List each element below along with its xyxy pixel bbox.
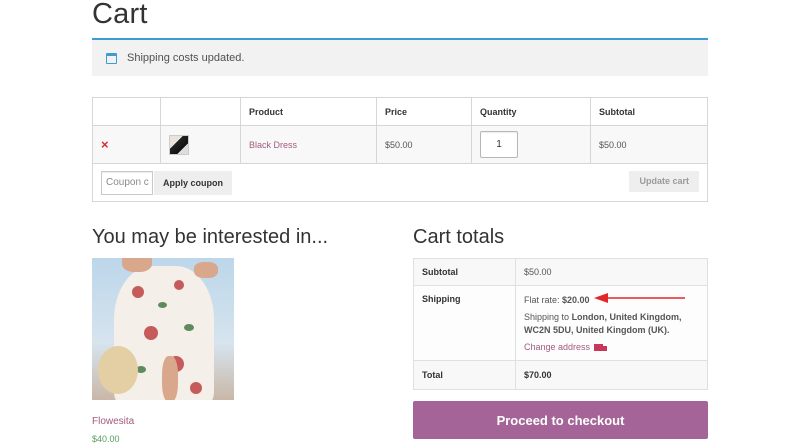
- header-remove: [92, 97, 161, 126]
- header-quantity: Quantity: [471, 97, 591, 126]
- proceed-to-checkout-button[interactable]: Proceed to checkout: [413, 401, 708, 439]
- notice-message: Shipping costs updated.: [127, 52, 245, 64]
- product-cell: Black Dress: [240, 125, 377, 164]
- header-thumbnail: [160, 97, 241, 126]
- totals-row-subtotal: Subtotal $50.00: [413, 258, 708, 286]
- thumbnail-cell: [160, 125, 241, 164]
- related-product-image[interactable]: [92, 258, 234, 400]
- cart-totals-heading: Cart totals: [413, 226, 505, 248]
- arm-shape: [122, 258, 152, 272]
- cart-actions-row: Coupon c Apply coupon Update cart: [92, 163, 708, 202]
- subtotal-label: Subtotal: [413, 258, 516, 286]
- subtotal-value: $50.00: [515, 258, 708, 286]
- coupon-code-input[interactable]: Coupon c: [101, 170, 153, 195]
- change-address-link[interactable]: Change address: [524, 341, 608, 354]
- header-product: Product: [240, 97, 377, 126]
- flat-rate-label: Flat rate:: [524, 295, 560, 305]
- subtotal-cell: $50.00: [590, 125, 708, 164]
- shipping-destination: Shipping to London, United Kingdom, WC2N…: [524, 311, 699, 337]
- shipping-notice: Shipping costs updated.: [92, 38, 708, 76]
- annotation-arrow-icon: [594, 293, 685, 303]
- leaf-print: [158, 302, 167, 308]
- info-window-icon: [106, 52, 117, 64]
- product-link[interactable]: Black Dress: [249, 140, 297, 150]
- flower-print: [190, 382, 202, 394]
- remove-item-icon[interactable]: ×: [101, 137, 109, 152]
- leaf-print: [184, 324, 194, 331]
- apply-coupon-button[interactable]: Apply coupon: [154, 170, 232, 195]
- quantity-cell: 1: [471, 125, 591, 164]
- flower-print: [132, 286, 144, 298]
- shipping-to-prefix: Shipping to: [524, 312, 570, 322]
- shipping-label: Shipping: [413, 285, 516, 361]
- update-cart-button[interactable]: Update cart: [629, 170, 699, 192]
- totals-row-total: Total $70.00: [413, 360, 708, 390]
- cart-table: Product Price Quantity Subtotal × Black …: [92, 97, 708, 202]
- related-product-price: $40.00: [92, 434, 120, 444]
- related-product-name[interactable]: Flowesita: [92, 416, 134, 427]
- table-row: × Black Dress $50.00 1 $50.00: [92, 125, 708, 164]
- quantity-input[interactable]: 1: [480, 131, 518, 158]
- truck-icon: [594, 344, 608, 352]
- price-cell: $50.00: [376, 125, 472, 164]
- flower-print: [174, 280, 184, 290]
- remove-cell: ×: [92, 125, 161, 164]
- header-subtotal: Subtotal: [590, 97, 708, 126]
- total-value: $70.00: [515, 360, 708, 390]
- header-price: Price: [376, 97, 472, 126]
- cart-table-header: Product Price Quantity Subtotal: [92, 97, 708, 126]
- cart-actions-cell: Coupon c Apply coupon Update cart: [92, 163, 708, 202]
- cart-totals-table: Subtotal $50.00 Shipping Flat rate: $20.…: [413, 258, 708, 390]
- leg-shape: [162, 356, 178, 400]
- straw-hat-shape: [98, 346, 138, 394]
- total-label: Total: [413, 360, 516, 390]
- flower-print: [144, 326, 158, 340]
- page-title: Cart: [92, 0, 148, 30]
- flat-rate-value: $20.00: [562, 295, 590, 305]
- arm-shape: [194, 262, 218, 278]
- black-dress-thumbnail[interactable]: [169, 134, 189, 155]
- related-products-heading: You may be interested in...: [92, 226, 329, 248]
- change-address-label: Change address: [524, 342, 591, 352]
